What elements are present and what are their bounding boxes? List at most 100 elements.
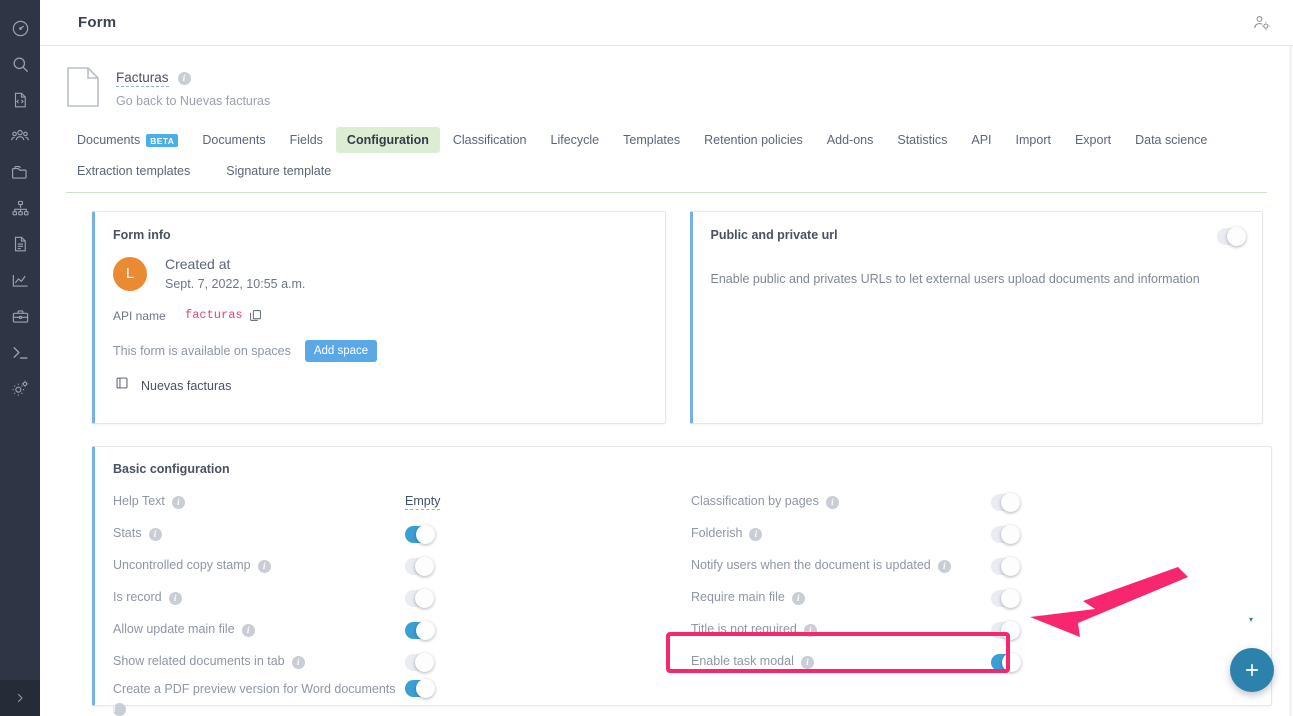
tab-label: Documents: [77, 133, 140, 147]
toggle-knob: [416, 621, 435, 640]
enable-task-modal-toggle[interactable]: [991, 654, 1020, 671]
sidebar-item-dashboard[interactable]: [0, 10, 40, 46]
public-url-description: Enable public and privates URLs to let e…: [693, 242, 1263, 289]
sidebar-item-search[interactable]: [0, 46, 40, 82]
info-icon[interactable]: i: [169, 592, 182, 605]
folderish-toggle[interactable]: [991, 526, 1020, 543]
classification-by-pages-toggle[interactable]: [991, 494, 1020, 511]
info-icon[interactable]: i: [292, 656, 305, 669]
info-icon[interactable]: i: [792, 592, 805, 605]
form-back-link[interactable]: Go back to Nuevas facturas: [116, 94, 270, 108]
space-icon: [115, 376, 129, 395]
config-label-text: Enable task modal: [691, 654, 794, 670]
spaces-label: This form is available on spaces: [113, 344, 291, 358]
info-icon[interactable]: i: [242, 624, 255, 637]
config-label-text: Allow update main file: [113, 622, 235, 638]
title-not-required-toggle[interactable]: [991, 622, 1020, 639]
sidebar-item-document[interactable]: [0, 226, 40, 262]
info-icon[interactable]: i: [113, 703, 126, 716]
config-row-allow-update-main-file: Allow update main file i: [113, 614, 683, 646]
tab-configuration[interactable]: Configuration: [336, 127, 440, 153]
is-record-toggle[interactable]: [405, 590, 434, 607]
info-icon[interactable]: i: [801, 656, 814, 669]
config-label: Create a PDF preview version for Word do…: [113, 682, 396, 716]
tab-retention-policies[interactable]: Retention policies: [693, 127, 814, 153]
info-icon[interactable]: i: [749, 528, 762, 541]
tab-import[interactable]: Import: [1005, 127, 1062, 153]
config-label-text: Uncontrolled copy stamp: [113, 558, 251, 574]
created-at-value: Sept. 7, 2022, 10:55 a.m.: [165, 277, 305, 291]
config-row-title-not-required: Title is not required i: [691, 614, 1271, 646]
vertical-scrollbar[interactable]: [1289, 46, 1292, 716]
toggle-knob: [416, 525, 435, 544]
toggle-knob: [1002, 653, 1021, 672]
config-row-show-related-documents: Show related documents in tab i: [113, 646, 683, 678]
tab-data-science[interactable]: Data science: [1124, 127, 1218, 153]
toggle-knob: [416, 679, 435, 698]
info-icon[interactable]: i: [172, 496, 185, 509]
config-label: Allow update main file i: [113, 622, 255, 638]
notify-users-toggle[interactable]: [991, 558, 1020, 575]
toggle-knob: [1227, 227, 1246, 246]
tab-documents[interactable]: Documents: [191, 127, 276, 153]
add-floating-action-button[interactable]: [1230, 648, 1274, 692]
public-url-toggle[interactable]: [1217, 228, 1246, 245]
allow-update-main-file-toggle[interactable]: [405, 622, 434, 639]
sidebar-item-settings[interactable]: [0, 370, 40, 406]
sidebar-item-folder[interactable]: [0, 154, 40, 190]
toggle-knob: [1001, 589, 1020, 608]
copy-icon[interactable]: [249, 309, 262, 327]
create-pdf-preview-toggle[interactable]: [405, 680, 434, 697]
info-icon[interactable]: i: [178, 72, 191, 85]
tab-add-ons[interactable]: Add-ons: [816, 127, 885, 153]
tab-label: Data science: [1135, 133, 1207, 147]
user-settings-icon[interactable]: [1252, 13, 1271, 32]
sidebar-item-sitemap[interactable]: [0, 190, 40, 226]
config-label: Notify users when the document is update…: [691, 558, 951, 574]
config-control: [405, 680, 434, 697]
created-at-row: L Created at Sept. 7, 2022, 10:55 a.m.: [95, 242, 665, 291]
created-at-label: Created at: [165, 256, 305, 272]
tab-documents-beta[interactable]: Documents BETA: [66, 127, 189, 153]
uncontrolled-copy-stamp-toggle[interactable]: [405, 558, 434, 575]
info-icon[interactable]: i: [804, 624, 817, 637]
help-text-value-link[interactable]: Empty: [405, 494, 440, 510]
show-related-documents-toggle[interactable]: [405, 654, 434, 671]
tab-fields[interactable]: Fields: [279, 127, 334, 153]
basic-configuration-title: Basic configuration: [95, 447, 1271, 476]
tab-label: Extraction templates: [77, 164, 190, 178]
tab-signature-template[interactable]: Signature template: [215, 158, 342, 184]
config-label-text: Help Text: [113, 494, 165, 510]
sidebar-expand-toggle[interactable]: [0, 680, 40, 716]
tab-export[interactable]: Export: [1064, 127, 1122, 153]
tab-templates[interactable]: Templates: [612, 127, 691, 153]
sidebar-item-briefcase[interactable]: [0, 298, 40, 334]
info-icon[interactable]: i: [938, 560, 951, 573]
tab-statistics[interactable]: Statistics: [886, 127, 958, 153]
tab-api[interactable]: API: [960, 127, 1002, 153]
tab-classification[interactable]: Classification: [442, 127, 538, 153]
tab-lifecycle[interactable]: Lifecycle: [540, 127, 611, 153]
public-private-url-card: Public and private url Enable public and…: [690, 211, 1264, 424]
config-row-require-main-file: Require main file i: [691, 582, 1271, 614]
info-icon[interactable]: i: [258, 560, 271, 573]
require-main-file-toggle[interactable]: [991, 590, 1020, 607]
add-space-button[interactable]: Add space: [305, 340, 377, 362]
info-icon[interactable]: i: [826, 496, 839, 509]
tab-label: Documents: [202, 133, 265, 147]
tab-label: Retention policies: [704, 133, 803, 147]
sidebar-item-users[interactable]: [0, 118, 40, 154]
configuration-right-column: Classification by pages i Folderish i: [683, 486, 1271, 716]
public-url-toggle-wrap: [1217, 228, 1246, 250]
form-title[interactable]: Facturas: [116, 70, 169, 87]
sidebar-item-terminal[interactable]: [0, 334, 40, 370]
config-label-text: Stats: [113, 526, 142, 542]
config-label: Show related documents in tab i: [113, 654, 305, 670]
info-icon[interactable]: i: [149, 528, 162, 541]
stats-toggle[interactable]: [405, 526, 434, 543]
tab-extraction-templates[interactable]: Extraction templates: [66, 158, 201, 184]
sidebar-item-code-file[interactable]: [0, 82, 40, 118]
space-list-item[interactable]: Nuevas facturas: [95, 362, 665, 395]
sidebar-item-analytics[interactable]: [0, 262, 40, 298]
config-control: [991, 622, 1020, 639]
